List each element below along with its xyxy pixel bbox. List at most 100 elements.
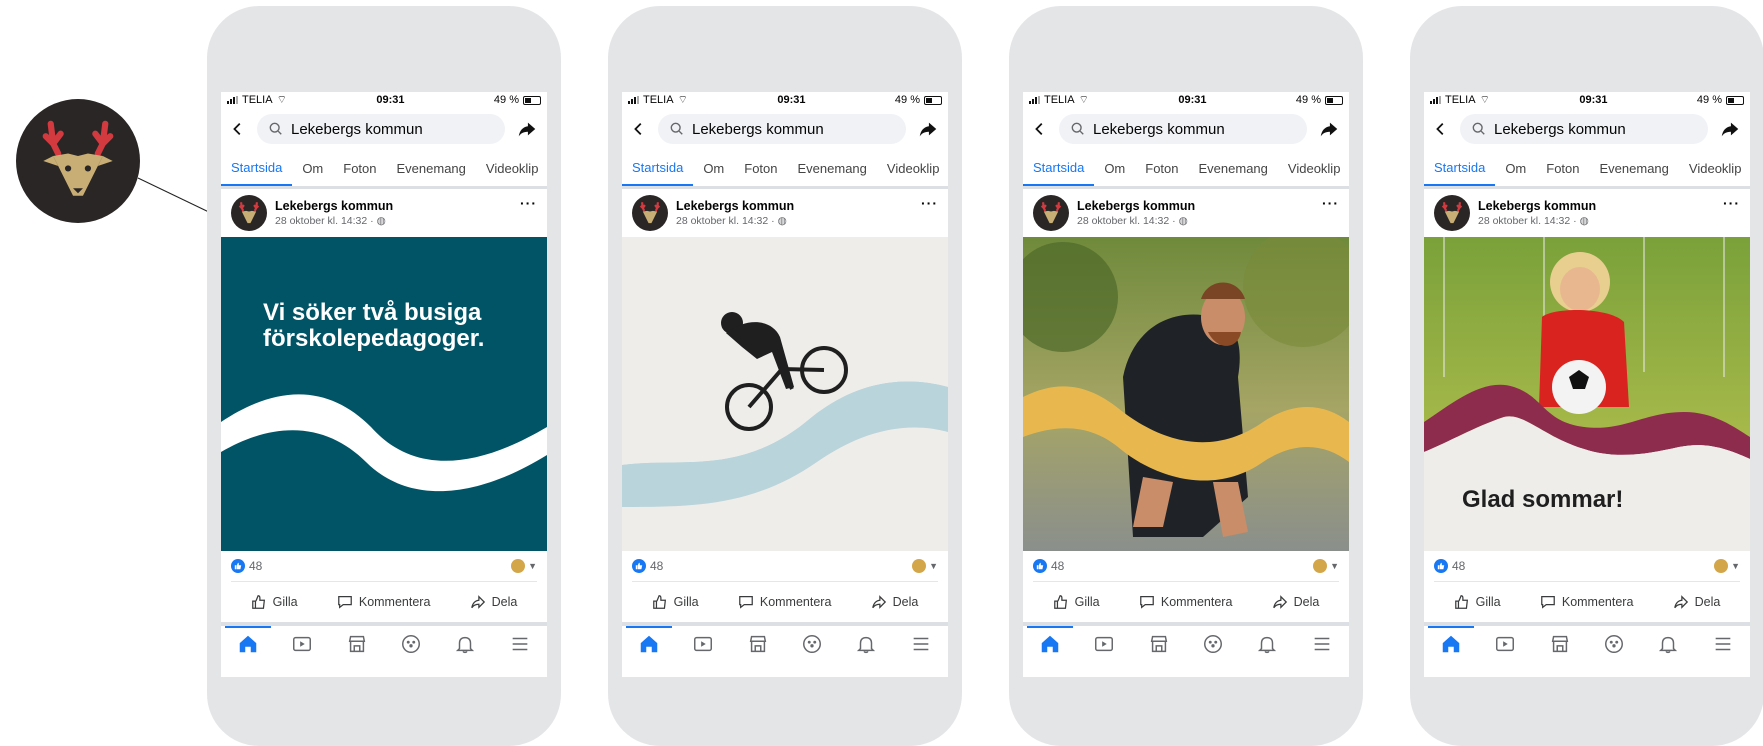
more-options-icon[interactable]: ··· <box>1322 196 1339 210</box>
search-input[interactable]: Lekebergs kommun <box>1460 114 1708 144</box>
menu-icon[interactable] <box>1708 629 1738 659</box>
tab-om[interactable]: Om <box>1094 150 1135 186</box>
share-arrow-icon <box>919 122 937 137</box>
tab-evenemang[interactable]: Evenemang <box>387 150 476 186</box>
share-button[interactable]: Dela <box>1272 594 1319 610</box>
home-icon[interactable] <box>225 626 272 659</box>
chevron-down-icon[interactable]: ▼ <box>528 561 537 571</box>
comment-button[interactable]: Kommentera <box>738 594 831 610</box>
tab-om[interactable]: Om <box>1495 150 1536 186</box>
like-button[interactable]: Gilla <box>251 594 298 610</box>
chevron-down-icon[interactable]: ▼ <box>1731 561 1740 571</box>
video-icon[interactable] <box>688 629 718 659</box>
groups-icon[interactable] <box>1599 629 1629 659</box>
back-button[interactable] <box>1031 120 1049 138</box>
post-image[interactable] <box>1023 237 1349 551</box>
signal-icon <box>227 96 238 104</box>
tab-startsida[interactable]: Startsida <box>1424 150 1496 186</box>
bottom-navigation <box>221 626 547 662</box>
like-button[interactable]: Gilla <box>1053 594 1100 610</box>
home-icon[interactable] <box>1428 626 1475 659</box>
search-query: Lekebergs kommun <box>1494 120 1626 138</box>
tab-evenemang[interactable]: Evenemang <box>788 150 877 186</box>
reaction-count[interactable]: 48 <box>249 559 262 573</box>
menu-icon[interactable] <box>906 629 936 659</box>
viewer-avatar[interactable] <box>1714 559 1729 573</box>
share-button[interactable]: Dela <box>1673 594 1720 610</box>
video-icon[interactable] <box>287 629 317 659</box>
tab-videoklip[interactable]: Videoklip <box>1278 150 1349 186</box>
post-author[interactable]: Lekebergs kommun <box>1478 199 1596 213</box>
post-image[interactable]: Vi söker två busiga förskolepedagoger. <box>221 237 547 551</box>
groups-icon[interactable] <box>396 629 426 659</box>
groups-icon[interactable] <box>1198 629 1228 659</box>
menu-icon[interactable] <box>1307 629 1337 659</box>
home-icon[interactable] <box>626 626 673 659</box>
post-image[interactable] <box>622 237 948 551</box>
like-button[interactable]: Gilla <box>652 594 699 610</box>
post-image[interactable]: Glad sommar! <box>1424 237 1750 551</box>
tab-startsida[interactable]: Startsida <box>622 150 694 186</box>
marketplace-icon[interactable] <box>342 629 372 659</box>
chevron-down-icon[interactable]: ▼ <box>929 561 938 571</box>
more-options-icon[interactable]: ··· <box>921 196 938 210</box>
share-page-button[interactable] <box>1718 117 1742 141</box>
reaction-count[interactable]: 48 <box>650 559 663 573</box>
bell-icon[interactable] <box>450 629 480 659</box>
comment-button[interactable]: Kommentera <box>337 594 430 610</box>
marketplace-icon[interactable] <box>743 629 773 659</box>
tab-foton[interactable]: Foton <box>734 150 787 186</box>
groups-icon[interactable] <box>797 629 827 659</box>
tab-foton[interactable]: Foton <box>1536 150 1589 186</box>
viewer-avatar[interactable] <box>1313 559 1328 573</box>
more-options-icon[interactable]: ··· <box>520 196 537 210</box>
reaction-count[interactable]: 48 <box>1051 559 1064 573</box>
avatar[interactable] <box>1434 195 1470 231</box>
tab-videoklip[interactable]: Videoklip <box>476 150 547 186</box>
search-input[interactable]: Lekebergs kommun <box>1059 114 1307 144</box>
share-button[interactable]: Dela <box>470 594 517 610</box>
chevron-down-icon[interactable]: ▼ <box>1330 561 1339 571</box>
search-input[interactable]: Lekebergs kommun <box>257 114 505 144</box>
back-button[interactable] <box>630 120 648 138</box>
post-author[interactable]: Lekebergs kommun <box>275 199 393 213</box>
tab-videoklip[interactable]: Videoklip <box>1679 150 1750 186</box>
back-button[interactable] <box>1432 120 1450 138</box>
bell-icon[interactable] <box>1653 629 1683 659</box>
tab-evenemang[interactable]: Evenemang <box>1189 150 1278 186</box>
avatar[interactable] <box>632 195 668 231</box>
post-author[interactable]: Lekebergs kommun <box>1077 199 1195 213</box>
menu-icon[interactable] <box>505 629 535 659</box>
avatar[interactable] <box>1033 195 1069 231</box>
tab-startsida[interactable]: Startsida <box>1023 150 1095 186</box>
tab-evenemang[interactable]: Evenemang <box>1590 150 1679 186</box>
comment-button[interactable]: Kommentera <box>1540 594 1633 610</box>
bell-icon[interactable] <box>1252 629 1282 659</box>
comment-button[interactable]: Kommentera <box>1139 594 1232 610</box>
tab-foton[interactable]: Foton <box>333 150 386 186</box>
marketplace-icon[interactable] <box>1144 629 1174 659</box>
share-page-button[interactable] <box>1317 117 1341 141</box>
tab-videoklip[interactable]: Videoklip <box>877 150 948 186</box>
share-page-button[interactable] <box>916 117 940 141</box>
viewer-avatar[interactable] <box>511 559 526 573</box>
tab-startsida[interactable]: Startsida <box>221 150 293 186</box>
back-button[interactable] <box>229 120 247 138</box>
marketplace-icon[interactable] <box>1545 629 1575 659</box>
video-icon[interactable] <box>1490 629 1520 659</box>
viewer-avatar[interactable] <box>912 559 927 573</box>
home-icon[interactable] <box>1027 626 1074 659</box>
video-icon[interactable] <box>1089 629 1119 659</box>
share-page-button[interactable] <box>515 117 539 141</box>
like-button[interactable]: Gilla <box>1454 594 1501 610</box>
search-input[interactable]: Lekebergs kommun <box>658 114 906 144</box>
reaction-count[interactable]: 48 <box>1452 559 1465 573</box>
tab-om[interactable]: Om <box>693 150 734 186</box>
avatar[interactable] <box>231 195 267 231</box>
share-button[interactable]: Dela <box>871 594 918 610</box>
post-author[interactable]: Lekebergs kommun <box>676 199 794 213</box>
bell-icon[interactable] <box>851 629 881 659</box>
more-options-icon[interactable]: ··· <box>1723 196 1740 210</box>
tab-om[interactable]: Om <box>292 150 333 186</box>
tab-foton[interactable]: Foton <box>1135 150 1188 186</box>
